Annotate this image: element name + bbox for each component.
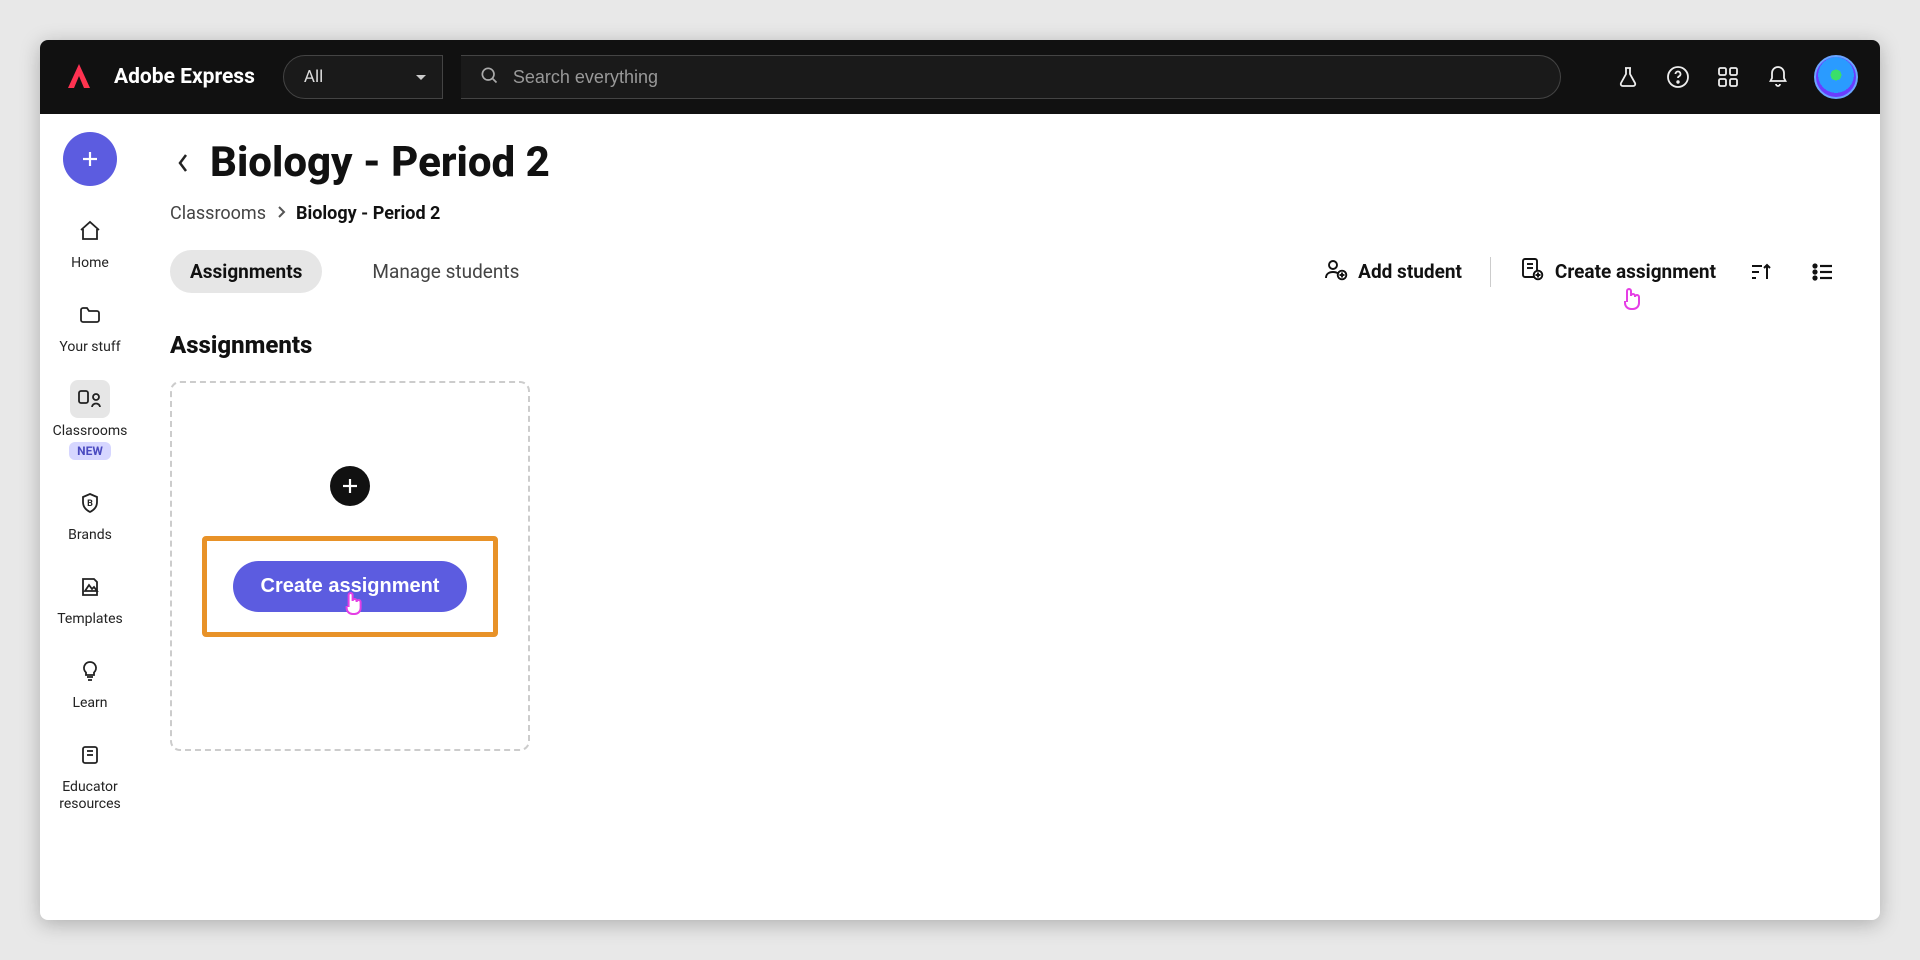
tabs: Assignments Manage students <box>170 250 539 293</box>
create-assignment-card[interactable]: Create assignment <box>170 381 530 751</box>
chevron-right-icon <box>276 203 286 224</box>
search-scope-label: All <box>304 67 323 87</box>
sidebar-item-brands[interactable]: B Brands <box>40 478 140 550</box>
sidebar-item-home[interactable]: Home <box>40 206 140 278</box>
sidebar-item-educator-resources[interactable]: Educator resources <box>40 730 140 819</box>
highlight-box: Create assignment <box>202 536 499 637</box>
create-assignment-icon <box>1519 256 1545 287</box>
title-row: Biology - Period 2 <box>170 138 1840 187</box>
list-view-icon[interactable] <box>1806 255 1840 289</box>
search-scope-select[interactable]: All <box>283 55 443 99</box>
lightbulb-icon <box>70 652 110 690</box>
body-area: Home Your stuff Classrooms <box>40 114 1880 920</box>
add-student-button[interactable]: Add student <box>1322 256 1462 287</box>
beaker-icon[interactable] <box>1614 63 1642 91</box>
plus-circle-icon[interactable] <box>330 466 370 506</box>
help-icon[interactable] <box>1664 63 1692 91</box>
sidebar: Home Your stuff Classrooms <box>40 114 140 920</box>
avatar[interactable] <box>1814 55 1858 99</box>
sidebar-item-label: Educator resources <box>44 779 136 813</box>
tab-assignments[interactable]: Assignments <box>170 250 322 293</box>
sidebar-item-learn[interactable]: Learn <box>40 646 140 718</box>
folder-icon <box>70 296 110 334</box>
divider <box>1490 257 1491 287</box>
search-icon <box>479 65 499 89</box>
breadcrumb-root[interactable]: Classrooms <box>170 203 266 224</box>
brand-shield-icon: B <box>70 484 110 522</box>
sidebar-item-label: Classrooms <box>53 423 128 440</box>
classrooms-icon <box>70 380 110 418</box>
brand-name[interactable]: Adobe Express <box>114 65 255 89</box>
sidebar-item-label: Learn <box>72 695 107 712</box>
adobe-express-logo-icon[interactable] <box>62 60 96 94</box>
breadcrumb: Classrooms Biology - Period 2 <box>170 203 1840 224</box>
search-bar[interactable] <box>461 55 1561 99</box>
sidebar-item-templates[interactable]: Templates <box>40 562 140 634</box>
tabs-actions: Add student Create assignment <box>1322 255 1840 289</box>
create-assignment-top-label: Create assignment <box>1555 260 1716 283</box>
create-assignment-button[interactable]: Create assignment <box>233 561 468 612</box>
tabs-row: Assignments Manage students Add student <box>170 250 1840 293</box>
page-title: Biology - Period 2 <box>210 138 550 187</box>
sidebar-item-classrooms[interactable]: Classrooms NEW <box>40 374 140 467</box>
svg-text:B: B <box>87 499 93 509</box>
tab-manage-students[interactable]: Manage students <box>352 250 539 293</box>
templates-icon <box>70 568 110 606</box>
apps-grid-icon[interactable] <box>1714 63 1742 91</box>
sidebar-item-label: Your stuff <box>59 339 120 356</box>
sidebar-item-your-stuff[interactable]: Your stuff <box>40 290 140 362</box>
search-input[interactable] <box>513 67 1542 88</box>
add-student-label: Add student <box>1358 260 1462 283</box>
sidebar-item-label: Templates <box>57 611 123 628</box>
topbar-actions <box>1614 55 1858 99</box>
section-title: Assignments <box>170 331 1840 359</box>
topbar: Adobe Express All <box>40 40 1880 114</box>
sidebar-item-label: Home <box>71 255 109 272</box>
breadcrumb-current: Biology - Period 2 <box>296 203 440 224</box>
cursor-pointer-icon <box>1619 284 1643 317</box>
back-button[interactable] <box>170 146 196 180</box>
main-content: Biology - Period 2 Classrooms Biology - … <box>140 114 1880 920</box>
app-window: Adobe Express All <box>40 40 1880 920</box>
sidebar-item-label: Brands <box>68 527 112 544</box>
home-icon <box>70 212 110 250</box>
book-icon <box>70 736 110 774</box>
cursor-pointer-icon <box>340 588 366 624</box>
notifications-icon[interactable] <box>1764 63 1792 91</box>
add-student-icon <box>1322 256 1348 287</box>
create-assignment-button-top[interactable]: Create assignment <box>1519 256 1716 287</box>
create-new-fab[interactable] <box>63 132 117 186</box>
sort-icon[interactable] <box>1744 255 1778 289</box>
new-badge: NEW <box>69 442 111 460</box>
